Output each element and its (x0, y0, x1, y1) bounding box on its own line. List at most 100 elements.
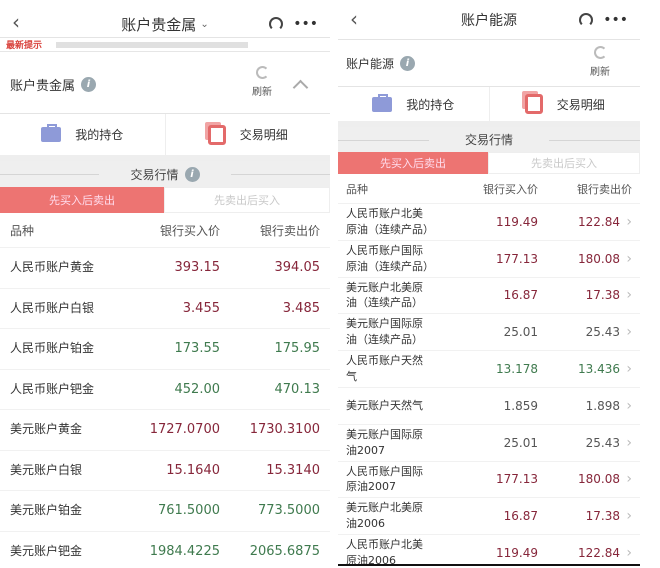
buy-price: 119.49 (496, 214, 538, 229)
chevron-right-icon[interactable]: › (620, 214, 632, 230)
table-row[interactable]: 人民币账户北美原油（连续产品） 119.49 122.84 › (338, 204, 640, 241)
market-title: 交易行情 (464, 133, 513, 147)
table-row[interactable]: 美元账户北美原油2006 16.87 17.38 › (338, 498, 640, 536)
tab-sell-first[interactable]: 先卖出后买入 (164, 187, 330, 213)
table-row[interactable]: 美元账户黄金 1727.0700 1730.3100 (0, 410, 330, 451)
section-header: 账户贵金属 i 刷新 (0, 56, 330, 114)
chevron-right-icon[interactable]: › (620, 287, 632, 303)
market-header: 交易行情 (338, 127, 640, 152)
more-icon[interactable]: ••• (293, 16, 318, 32)
trade-tabs: 先买入后卖出 先卖出后买入 (338, 152, 640, 174)
section-title: 账户能源 (346, 56, 395, 71)
chevron-right-icon[interactable]: › (620, 361, 632, 377)
table-row[interactable]: 美元账户天然气 1.859 1.898 › (338, 388, 640, 425)
chevron-right-icon[interactable]: › (620, 324, 632, 340)
nav-bar: ‹ 账户贵金属 ⌄ ••• (0, 0, 330, 38)
product-name: 人民币账户北美原油（连续产品） (346, 206, 434, 236)
buy-price: 177.13 (496, 472, 538, 487)
table-row[interactable]: 人民币账户白银 3.455 3.485 (0, 289, 330, 329)
table-row[interactable]: 人民币账户黄金 393.15 394.05 (0, 248, 330, 289)
refresh-button[interactable]: 刷新 (590, 46, 610, 78)
refresh-label: 刷新 (590, 67, 610, 78)
product-name: 美元账户天然气 (346, 398, 423, 412)
documents-icon (207, 124, 226, 145)
table-row[interactable]: 美元账户北美原油（连续产品） 16.87 17.38 › (338, 278, 640, 315)
action-row: 我的持仓 交易明细 (0, 114, 330, 161)
section-title: 账户贵金属 (10, 79, 76, 94)
more-icon[interactable]: ••• (603, 12, 628, 28)
tab-buy-first[interactable]: 先买入后卖出 (338, 152, 488, 174)
holdings-label: 我的持仓 (406, 97, 455, 112)
table-row[interactable]: 美元账户国际原油（连续产品） 25.01 25.43 › (338, 314, 640, 352)
refresh-icon (593, 46, 607, 59)
info-icon[interactable]: i (400, 55, 416, 71)
details-label: 交易明细 (556, 97, 605, 112)
product-name: 美元账户国际原油2007 (346, 427, 423, 457)
info-icon[interactable]: i (184, 166, 200, 182)
tab-buy-first[interactable]: 先买入后卖出 (0, 187, 164, 213)
collapse-icon[interactable] (292, 79, 309, 95)
sell-price: 122.84 (578, 214, 620, 229)
table-row[interactable]: 美元账户白银 15.1640 15.3140 (0, 451, 330, 491)
table-row[interactable]: 人民币账户国际原油2007 177.13 180.08 › (338, 462, 640, 499)
price-table: 人民币账户黄金 393.15 394.05 人民币账户白银 3.455 3.485 人民币账… (0, 248, 330, 568)
notice-label: 最新提示 (6, 41, 43, 51)
table-row[interactable]: 人民币账户国际原油（连续产品） 177.13 180.08 › (338, 241, 640, 278)
sell-price: 13.436 (578, 362, 620, 377)
table-row[interactable]: 人民币账户钯金 452.00 470.13 (0, 370, 330, 410)
chevron-right-icon[interactable]: › (620, 545, 632, 561)
sell-price: 470.13 (274, 381, 321, 397)
page-title[interactable]: 账户贵金属 (121, 14, 196, 35)
col-buy: 银行买入价 (159, 223, 220, 238)
bottom-divider (338, 564, 640, 566)
headset-icon[interactable] (269, 17, 284, 31)
product-name: 人民币账户黄金 (10, 260, 95, 275)
product-name: 人民币账户铂金 (10, 341, 95, 356)
chevron-right-icon[interactable]: › (620, 435, 632, 451)
buy-price: 1727.0700 (149, 422, 220, 438)
my-holdings-button[interactable]: 我的持仓 (0, 114, 166, 155)
product-name: 人民币账户国际原油2007 (346, 464, 423, 494)
tab-sell-first[interactable]: 先卖出后买入 (488, 152, 640, 174)
refresh-button[interactable]: 刷新 (252, 66, 272, 98)
notice-bar[interactable]: 最新提示 (0, 38, 330, 52)
transaction-details-button[interactable]: 交易明细 (166, 114, 331, 155)
briefcase-icon (41, 124, 62, 142)
buy-price: 119.49 (496, 546, 538, 561)
sell-price: 122.84 (578, 546, 620, 561)
back-icon[interactable]: ‹ (12, 10, 20, 34)
table-row[interactable]: 美元账户铂金 761.5000 773.5000 (0, 491, 330, 532)
col-buy: 银行买入价 (483, 182, 538, 196)
transaction-details-button[interactable]: 交易明细 (490, 87, 641, 121)
product-name: 人民币账户天然气 (346, 354, 423, 384)
buy-price: 3.455 (182, 300, 220, 316)
product-name: 美元账户黄金 (10, 422, 83, 437)
table-header: 品种 银行买入价 银行卖出价 (338, 174, 640, 204)
section-header: 账户能源 i 刷新 (338, 40, 640, 87)
table-header: 品种 银行买入价 银行卖出价 (0, 213, 330, 248)
briefcase-icon (372, 93, 393, 112)
sell-price: 15.3140 (266, 462, 320, 478)
chevron-down-icon[interactable]: ⌄ (200, 19, 208, 30)
buy-price: 25.01 (503, 325, 538, 340)
product-name: 人民币账户钯金 (10, 381, 95, 396)
table-row[interactable]: 美元账户钯金 1984.4225 2065.6875 (0, 532, 330, 568)
back-icon[interactable]: ‹ (350, 7, 358, 31)
buy-price: 16.87 (503, 288, 538, 303)
product-name: 美元账户北美原油（连续产品） (346, 280, 423, 310)
my-holdings-button[interactable]: 我的持仓 (338, 87, 490, 121)
table-row[interactable]: 美元账户国际原油2007 25.01 25.43 › (338, 425, 640, 462)
page-title: 账户能源 (461, 12, 517, 29)
buy-price: 16.87 (503, 509, 538, 524)
product-name: 美元账户国际原油（连续产品） (346, 317, 423, 347)
table-row[interactable]: 人民币账户铂金 173.55 175.95 (0, 329, 330, 370)
table-row[interactable]: 人民币账户天然气 13.178 13.436 › (338, 351, 640, 388)
chevron-right-icon[interactable]: › (620, 508, 632, 524)
sell-price: 394.05 (274, 260, 321, 276)
info-icon[interactable]: i (81, 77, 97, 92)
chevron-right-icon[interactable]: › (620, 471, 632, 487)
headset-icon[interactable] (579, 13, 594, 27)
col-name: 品种 (10, 223, 35, 238)
chevron-right-icon[interactable]: › (620, 251, 632, 267)
chevron-right-icon[interactable]: › (620, 398, 632, 414)
